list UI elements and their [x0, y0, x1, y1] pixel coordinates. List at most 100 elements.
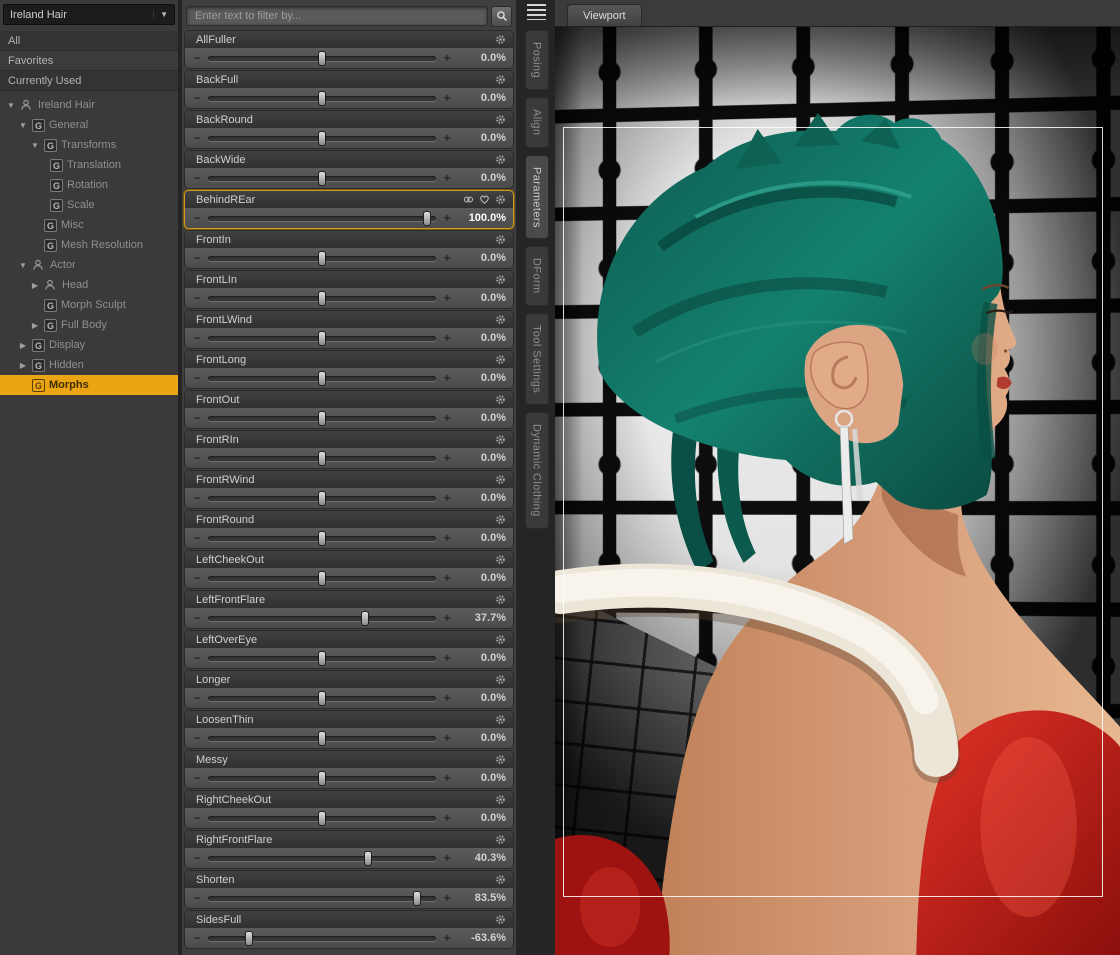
slider-track[interactable] [208, 250, 436, 266]
decrement-button[interactable]: − [192, 129, 202, 147]
tree-item-actor[interactable]: ▼ Actor [0, 255, 178, 275]
slider-handle[interactable] [318, 690, 326, 706]
decrement-button[interactable]: − [192, 249, 202, 267]
tab-tool-settings[interactable]: Tool Settings [524, 312, 549, 406]
increment-button[interactable]: + [442, 89, 452, 107]
slider-track[interactable] [208, 650, 436, 666]
gear-icon[interactable] [495, 474, 506, 485]
collapsed-arrow-icon[interactable]: ▶ [30, 281, 40, 290]
gear-icon[interactable] [495, 834, 506, 845]
gear-icon[interactable] [495, 794, 506, 805]
slider-handle[interactable] [423, 210, 432, 226]
slider-track[interactable] [208, 890, 436, 906]
slider-handle[interactable] [318, 490, 326, 506]
decrement-button[interactable]: − [192, 489, 202, 507]
decrement-button[interactable]: − [192, 89, 202, 107]
decrement-button[interactable]: − [192, 529, 202, 547]
gear-icon[interactable] [495, 394, 506, 405]
slider-track[interactable] [208, 610, 436, 626]
tree-item-display[interactable]: ▶ G Display [0, 335, 178, 355]
slider-track[interactable] [208, 570, 436, 586]
hamburger-menu-icon[interactable] [527, 4, 546, 20]
tree-item-hidden[interactable]: ▶ G Hidden [0, 355, 178, 375]
decrement-button[interactable]: − [192, 209, 202, 227]
collapsed-arrow-icon[interactable]: ▶ [30, 321, 40, 330]
increment-button[interactable]: + [442, 569, 452, 587]
increment-button[interactable]: + [442, 849, 452, 867]
tree-item-misc[interactable]: G Misc [0, 215, 178, 235]
gear-icon[interactable] [495, 554, 506, 565]
tree-item-morphs[interactable]: G Morphs [0, 375, 178, 395]
tree-item-rotation[interactable]: G Rotation [0, 175, 178, 195]
tree-item-general[interactable]: ▼ G General [0, 115, 178, 135]
slider-handle[interactable] [318, 650, 326, 666]
tree-item-full-body[interactable]: ▶ G Full Body [0, 315, 178, 335]
slider-handle[interactable] [318, 130, 326, 146]
decrement-button[interactable]: − [192, 449, 202, 467]
slider-track[interactable] [208, 290, 436, 306]
slider-handle[interactable] [318, 570, 326, 586]
increment-button[interactable]: + [442, 49, 452, 67]
gear-icon[interactable] [495, 74, 506, 85]
tab-posing[interactable]: Posing [524, 30, 549, 91]
decrement-button[interactable]: − [192, 929, 202, 947]
slider-track[interactable] [208, 530, 436, 546]
decrement-button[interactable]: − [192, 289, 202, 307]
slider-handle[interactable] [318, 50, 326, 66]
slider-track[interactable] [208, 410, 436, 426]
filter-input[interactable] [186, 6, 488, 26]
expanded-arrow-icon[interactable]: ▼ [30, 141, 40, 150]
increment-button[interactable]: + [442, 249, 452, 267]
increment-button[interactable]: + [442, 289, 452, 307]
gear-icon[interactable] [495, 914, 506, 925]
decrement-button[interactable]: − [192, 169, 202, 187]
increment-button[interactable]: + [442, 489, 452, 507]
search-button[interactable] [491, 5, 512, 27]
slider-track[interactable] [208, 330, 436, 346]
slider-track[interactable] [208, 130, 436, 146]
slider-track[interactable] [208, 450, 436, 466]
gear-icon[interactable] [495, 114, 506, 125]
increment-button[interactable]: + [442, 409, 452, 427]
collapsed-arrow-icon[interactable]: ▶ [18, 341, 28, 350]
increment-button[interactable]: + [442, 369, 452, 387]
increment-button[interactable]: + [442, 609, 452, 627]
slider-handle[interactable] [318, 450, 326, 466]
slider-handle[interactable] [318, 530, 326, 546]
gear-icon[interactable] [495, 634, 506, 645]
viewport-canvas[interactable] [555, 27, 1120, 955]
slider-handle[interactable] [318, 370, 326, 386]
slider-handle[interactable] [363, 850, 372, 866]
slider-handle[interactable] [318, 730, 326, 746]
sidebar-filter-all[interactable]: All [0, 31, 178, 51]
gear-icon[interactable] [495, 154, 506, 165]
slider-handle[interactable] [318, 410, 326, 426]
decrement-button[interactable]: − [192, 569, 202, 587]
gear-icon[interactable] [495, 354, 506, 365]
slider-track[interactable] [208, 50, 436, 66]
decrement-button[interactable]: − [192, 889, 202, 907]
increment-button[interactable]: + [442, 169, 452, 187]
tree-item-morph-sculpt[interactable]: G Morph Sculpt [0, 295, 178, 315]
gear-icon[interactable] [495, 874, 506, 885]
slider-track[interactable] [208, 690, 436, 706]
decrement-button[interactable]: − [192, 649, 202, 667]
increment-button[interactable]: + [442, 529, 452, 547]
decrement-button[interactable]: − [192, 809, 202, 827]
decrement-button[interactable]: − [192, 409, 202, 427]
tree-item-transforms[interactable]: ▼ G Transforms [0, 135, 178, 155]
slider-handle[interactable] [318, 170, 326, 186]
slider-track[interactable] [208, 930, 436, 946]
increment-button[interactable]: + [442, 889, 452, 907]
gear-icon[interactable] [495, 754, 506, 765]
gear-icon[interactable] [495, 714, 506, 725]
slider-track[interactable] [208, 770, 436, 786]
sidebar-filter-currently-used[interactable]: Currently Used [0, 71, 178, 91]
decrement-button[interactable]: − [192, 329, 202, 347]
slider-handle[interactable] [318, 290, 326, 306]
slider-track[interactable] [208, 490, 436, 506]
slider-handle[interactable] [360, 610, 369, 626]
tab-align[interactable]: Align [524, 97, 549, 148]
gear-icon[interactable] [495, 234, 506, 245]
node-selector-dropdown[interactable]: Ireland Hair ▼ [3, 4, 175, 25]
